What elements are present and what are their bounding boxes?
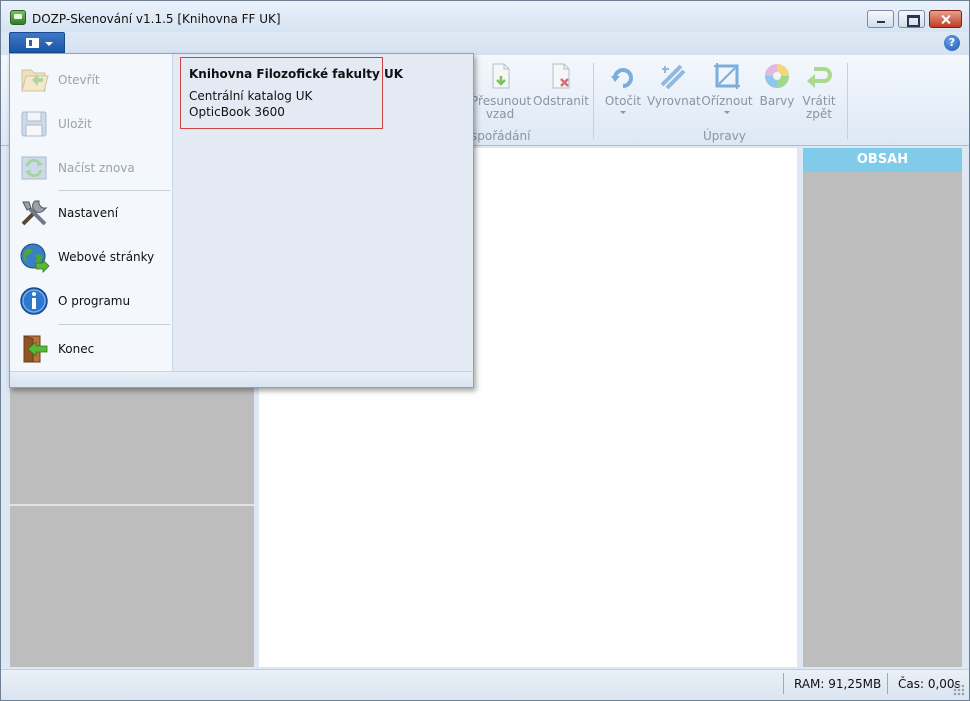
maximize-button[interactable] — [898, 10, 925, 28]
menu-item-website[interactable]: Webové stránky — [10, 235, 172, 279]
menu-item-reload[interactable]: Načíst znova — [10, 146, 172, 190]
info-icon — [20, 287, 48, 315]
app-scanner-icon — [10, 10, 26, 25]
chevron-down-icon — [620, 111, 626, 114]
exit-door-icon — [23, 335, 48, 363]
menu-label-about: O programu — [58, 294, 131, 308]
application-menu-button[interactable] — [9, 32, 65, 53]
open-folder-icon — [21, 69, 49, 92]
move-back-button[interactable]: Přesunout vzad — [471, 61, 532, 121]
menu-item-settings[interactable]: Nastavení — [10, 191, 172, 235]
straighten-icon — [660, 64, 686, 90]
catalog-name: Centrální katalog UK — [189, 89, 313, 103]
title-bar: DOZP-Skenování v1.1.5 [Knihovna FF UK] — [1, 1, 969, 32]
move-back-icon — [492, 63, 510, 89]
application-menu-footer — [10, 371, 473, 387]
undo-button[interactable]: Vrátit zpět — [799, 61, 839, 121]
crop-icon — [714, 63, 740, 89]
menu-separator — [58, 324, 170, 325]
rotate-button[interactable]: Otočit — [601, 61, 645, 114]
ribbon-group-separator — [593, 63, 594, 139]
crop-label: Oříznout — [701, 94, 753, 108]
content-pane[interactable] — [803, 148, 962, 667]
status-separator — [783, 673, 784, 694]
move-back-label: Přesunout — [471, 94, 532, 108]
library-name: Knihovna Filozofické fakulty UK — [189, 67, 403, 81]
application-menu: Otevřít Uložit Načíst znova Nastavení We… — [9, 53, 474, 388]
status-separator — [887, 673, 888, 694]
group-label-arrange: spořádání — [471, 129, 531, 143]
undo-label: Vrátit — [802, 94, 836, 108]
library-info-box: Knihovna Filozofické fakulty UK Centráln… — [180, 57, 403, 129]
crop-button[interactable]: Oříznout — [701, 61, 753, 114]
delete-page-icon — [552, 63, 570, 89]
resize-grip-icon[interactable] — [953, 684, 965, 696]
close-button[interactable] — [929, 10, 962, 28]
delete-button[interactable]: Odstranit — [533, 61, 589, 108]
menu-item-about[interactable]: O programu — [10, 279, 172, 323]
content-pane-header: OBSAH — [803, 148, 962, 172]
undo-label-2: zpět — [805, 107, 832, 121]
color-wheel-icon — [765, 64, 789, 88]
colors-button[interactable]: Barvy — [757, 61, 797, 108]
menu-item-exit[interactable]: Konec — [10, 327, 172, 371]
menu-label-settings: Nastavení — [58, 206, 119, 220]
ribbon-group-separator — [847, 63, 848, 139]
menu-label-reload: Načíst znova — [58, 161, 135, 175]
move-back-label-2: vzad — [485, 107, 515, 121]
menu-label-website: Webové stránky — [58, 250, 155, 264]
reload-icon — [21, 156, 47, 180]
elapsed-time: Čas: 0,00s — [898, 677, 961, 691]
save-disk-icon — [21, 111, 47, 137]
menu-glyph-icon — [26, 38, 39, 48]
rotate-icon — [611, 68, 633, 88]
globe-icon — [20, 243, 50, 273]
menu-label-save: Uložit — [58, 117, 92, 131]
straighten-button[interactable]: Vyrovnat — [647, 61, 701, 108]
menu-item-save[interactable]: Uložit — [10, 102, 172, 146]
rotate-label: Otočit — [604, 94, 642, 108]
application-menu-items: Otevřít Uložit Načíst znova Nastavení We… — [10, 54, 172, 371]
status-bar: RAM: 91,25MB Čas: 0,00s — [1, 669, 969, 700]
chevron-down-icon — [724, 111, 730, 114]
menu-item-open[interactable]: Otevřít — [10, 58, 172, 102]
menu-label-open: Otevřít — [58, 73, 100, 87]
help-icon[interactable]: ? — [944, 35, 960, 51]
tools-icon — [21, 200, 48, 226]
pane-splitter[interactable] — [10, 504, 254, 506]
minimize-button[interactable] — [867, 10, 894, 28]
undo-icon — [807, 67, 832, 88]
window-title: DOZP-Skenování v1.1.5 [Knihovna FF UK] — [32, 12, 281, 26]
scanner-name: OpticBook 3600 — [189, 105, 285, 119]
group-label-edits: Úpravy — [703, 129, 746, 143]
ribbon-tab-strip — [1, 32, 969, 55]
colors-label: Barvy — [759, 94, 795, 108]
straighten-label: Vyrovnat — [647, 94, 701, 108]
chevron-down-icon — [45, 42, 53, 46]
app-window: DOZP-Skenování v1.1.5 [Knihovna FF UK] ?… — [0, 0, 970, 701]
delete-label: Odstranit — [533, 94, 589, 108]
menu-label-exit: Konec — [58, 342, 95, 356]
ram-usage: RAM: 91,25MB — [794, 677, 882, 691]
